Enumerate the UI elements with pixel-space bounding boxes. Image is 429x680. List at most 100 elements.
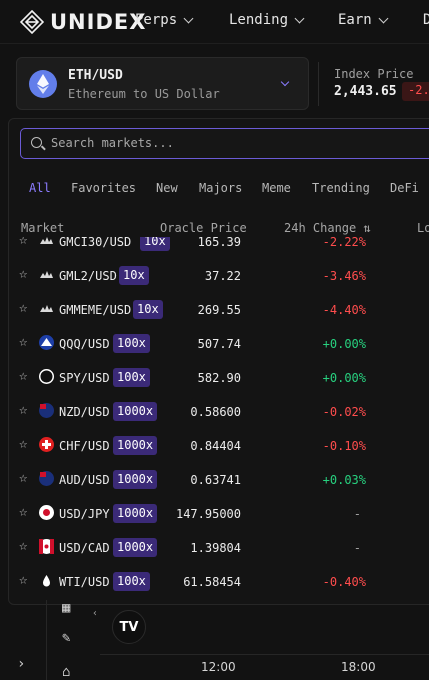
- market-symbol: CHF/USD: [59, 439, 110, 453]
- market-row[interactable]: ☆ GMCI30/USD 10x 165.39 -2.22%: [9, 237, 429, 259]
- nav-lending-label: Lending: [229, 12, 289, 28]
- leverage-badge: 1000x: [113, 504, 158, 523]
- tab-favorites[interactable]: Favorites: [71, 181, 136, 195]
- market-row[interactable]: ☆ WTI/USD 100x 61.58454 -0.40%: [9, 565, 429, 599]
- market-row[interactable]: ☆ CHF/USD 1000x 0.84404 -0.10%: [9, 429, 429, 463]
- search-input[interactable]: [51, 129, 429, 157]
- tradingview-logo[interactable]: TV: [112, 610, 146, 644]
- tab-new[interactable]: New: [156, 181, 178, 195]
- unidex-logo[interactable]: UNIDEX: [20, 9, 146, 35]
- favorite-star-icon[interactable]: ☆: [19, 335, 27, 349]
- invesco-icon: [39, 335, 54, 350]
- market-row[interactable]: ☆ USD/JPY 1000x 147.95000 -: [9, 497, 429, 531]
- nav-more[interactable]: D: [423, 12, 429, 28]
- column-extra[interactable]: Lo: [417, 221, 429, 235]
- chevron-right-icon[interactable]: ›: [17, 656, 25, 672]
- chevron-down-icon: [294, 13, 305, 23]
- market-pair: ETH/USD: [68, 68, 123, 83]
- leverage-badge: 100x: [113, 572, 150, 591]
- market-row[interactable]: ☆ USD/CAD 1000x 1.39804 -: [9, 531, 429, 565]
- pencil-tool-icon[interactable]: ✎: [62, 630, 70, 646]
- time-axis-label: 12:00: [201, 660, 236, 674]
- market-row[interactable]: ☆ GMMEME/USD 10x 269.55 -4.40%: [9, 293, 429, 327]
- market-selector[interactable]: ETH/USD Ethereum to US Dollar: [16, 57, 309, 110]
- tab-trending[interactable]: Trending: [312, 181, 370, 195]
- tab-all[interactable]: All: [29, 181, 51, 195]
- search-icon: [31, 137, 42, 148]
- chevron-left-icon[interactable]: ‹: [92, 608, 98, 619]
- leverage-badge: 10x: [119, 266, 149, 285]
- ethereum-icon: [29, 70, 57, 98]
- oracle-price: 507.74: [197, 337, 241, 351]
- market-row[interactable]: ☆ GML2/USD 10x 37.22 -3.46%: [9, 259, 429, 293]
- nav-earn-label: Earn: [338, 12, 372, 28]
- oil-drop-icon: [39, 573, 54, 588]
- column-oracle-price[interactable]: Oracle Price: [160, 221, 247, 235]
- favorite-star-icon[interactable]: ☆: [19, 403, 27, 417]
- time-axis-line: [100, 654, 429, 655]
- column-market[interactable]: Market: [21, 221, 64, 235]
- leverage-badge: 1000x: [113, 470, 158, 489]
- oracle-price: 0.63741: [190, 473, 241, 487]
- chevron-down-icon: [280, 77, 290, 87]
- favorite-star-icon[interactable]: ☆: [19, 471, 27, 485]
- markets-dropdown: All Favorites New Majors Meme Trending D…: [8, 118, 429, 605]
- market-symbol: WTI/USD: [59, 575, 110, 589]
- oracle-price: 269.55: [197, 303, 241, 317]
- market-symbol: GML2/USD: [59, 269, 117, 283]
- market-list: ☆ GMCI30/USD 10x 165.39 -2.22% ☆ GML2/USD 10x 37…: [9, 237, 429, 604]
- leverage-badge: 1000x: [113, 402, 158, 421]
- brand-name: UNIDEX: [50, 10, 147, 34]
- leverage-badge: 1000x: [113, 538, 158, 557]
- gmci-icon: [39, 237, 54, 248]
- grid-tool-icon[interactable]: ▦: [62, 600, 70, 616]
- ch-flag-icon: [39, 437, 54, 452]
- leverage-badge: 100x: [113, 368, 150, 387]
- chart-toolbar-divider: [46, 600, 47, 680]
- change-24h: -3.46%: [322, 269, 366, 283]
- jp-flag-icon: [39, 505, 54, 520]
- favorite-star-icon[interactable]: ☆: [19, 267, 27, 281]
- favorite-star-icon[interactable]: ☆: [19, 237, 27, 247]
- nav-perps[interactable]: Perps: [135, 12, 194, 28]
- oracle-price: 37.22: [204, 269, 241, 283]
- favorite-star-icon[interactable]: ☆: [19, 369, 27, 383]
- market-symbol: USD/JPY: [59, 507, 110, 521]
- tab-defi[interactable]: DeFi: [390, 181, 419, 195]
- chevron-down-icon: [378, 13, 389, 23]
- change-24h: +0.00%: [322, 371, 366, 385]
- chevron-down-icon: [183, 13, 194, 23]
- oracle-price: 0.58600: [190, 405, 241, 419]
- oracle-price: 165.39: [197, 237, 241, 249]
- au-flag-icon: [39, 471, 54, 486]
- market-row[interactable]: ☆ SPY/USD 100x 582.90 +0.00%: [9, 361, 429, 395]
- favorite-star-icon[interactable]: ☆: [19, 573, 27, 587]
- tab-majors[interactable]: Majors: [199, 181, 242, 195]
- oracle-price: 147.95000: [175, 507, 241, 521]
- ca-flag-icon: [39, 539, 54, 554]
- market-symbol: SPY/USD: [59, 371, 110, 385]
- market-row[interactable]: ☆ NZD/USD 1000x 0.58600 -0.02%: [9, 395, 429, 429]
- favorite-star-icon[interactable]: ☆: [19, 505, 27, 519]
- change-24h: -: [353, 507, 361, 521]
- gmci-icon: [39, 301, 54, 316]
- change-24h: -4.40%: [322, 303, 366, 317]
- index-price-change: -2.: [402, 82, 429, 101]
- leverage-badge: 100x: [113, 334, 150, 353]
- gmci-icon: [39, 267, 54, 282]
- market-symbol: USD/CAD: [59, 541, 110, 555]
- nav-earn[interactable]: Earn: [338, 12, 389, 28]
- column-24h-change[interactable]: 24h Change ⇅: [284, 221, 371, 235]
- tab-meme[interactable]: Meme: [262, 181, 291, 195]
- nav-lending[interactable]: Lending: [229, 12, 305, 28]
- divider: [318, 62, 319, 106]
- market-row[interactable]: ☆ QQQ/USD 100x 507.74 +0.00%: [9, 327, 429, 361]
- time-axis-label: 18:00: [341, 660, 376, 674]
- lock-tool-icon[interactable]: ⌂: [62, 664, 70, 680]
- favorite-star-icon[interactable]: ☆: [19, 437, 27, 451]
- favorite-star-icon[interactable]: ☆: [19, 539, 27, 553]
- favorite-star-icon[interactable]: ☆: [19, 301, 27, 315]
- market-row[interactable]: ☆ AUD/USD 1000x 0.63741 +0.03%: [9, 463, 429, 497]
- nav-perps-label: Perps: [135, 12, 178, 28]
- search-box[interactable]: [20, 128, 429, 159]
